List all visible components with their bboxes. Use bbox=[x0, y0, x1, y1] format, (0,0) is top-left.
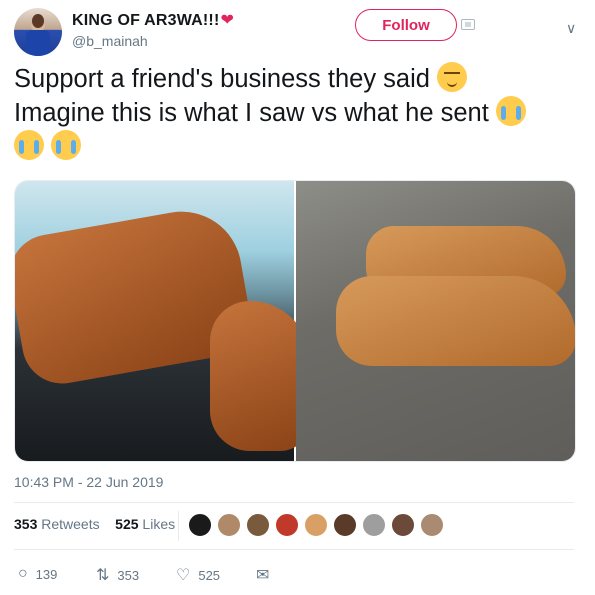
liker-avatars bbox=[188, 513, 449, 537]
media-image-expected-shoes[interactable] bbox=[15, 181, 310, 461]
liker-avatar[interactable] bbox=[246, 513, 270, 537]
heart-icon: ❤ bbox=[220, 12, 235, 29]
reply-count: 139 bbox=[35, 566, 58, 582]
follow-button[interactable]: Follow bbox=[355, 9, 457, 41]
liker-avatar[interactable] bbox=[333, 513, 357, 537]
retweet-icon: ⇅ bbox=[96, 567, 110, 584]
retweet-button[interactable]: ⇅ 353 bbox=[96, 565, 139, 585]
divider bbox=[14, 549, 574, 550]
liker-avatar[interactable] bbox=[217, 513, 241, 537]
relieved-face-icon bbox=[437, 62, 468, 92]
liker-avatar[interactable] bbox=[275, 513, 299, 537]
liker-avatar[interactable] bbox=[420, 513, 444, 537]
like-count: 525 bbox=[198, 567, 221, 583]
engagement-stats: 353 Retweets 525 Likes bbox=[14, 516, 175, 532]
loafer-shape bbox=[210, 301, 310, 451]
reply-icon: ○ bbox=[18, 565, 28, 582]
chevron-down-icon[interactable]: ∨ bbox=[566, 20, 576, 37]
camera-icon bbox=[461, 19, 475, 30]
tweet-line-1: Support a friend's business they said bbox=[14, 65, 430, 93]
avatar-head bbox=[32, 14, 44, 28]
divider bbox=[178, 511, 179, 541]
avatar-suit bbox=[26, 30, 50, 56]
display-name-text[interactable]: KING OF AR3WA!!! bbox=[72, 12, 219, 29]
liker-avatar[interactable] bbox=[391, 513, 415, 537]
reply-button[interactable]: ○ 139 bbox=[18, 565, 57, 583]
likes-count[interactable]: 525 bbox=[115, 516, 138, 532]
loudly-crying-face-icon bbox=[14, 130, 44, 160]
direct-message-button[interactable]: ✉ bbox=[256, 565, 277, 585]
tweet-media[interactable] bbox=[14, 180, 576, 462]
retweet-count: 353 bbox=[117, 567, 140, 583]
liker-avatar[interactable] bbox=[188, 513, 212, 537]
divider bbox=[14, 502, 574, 503]
media-image-received-shoes[interactable] bbox=[296, 181, 575, 461]
display-name[interactable]: KING OF AR3WA!!!❤ bbox=[72, 10, 234, 30]
liker-avatar[interactable] bbox=[362, 513, 386, 537]
likes-label[interactable]: Likes bbox=[142, 516, 175, 532]
heart-icon: ♡ bbox=[176, 567, 191, 584]
like-button[interactable]: ♡ 525 bbox=[176, 565, 220, 585]
avatar[interactable] bbox=[14, 8, 62, 56]
tweet-text: Support a friend's business they said Im… bbox=[14, 62, 584, 164]
liker-avatar[interactable] bbox=[304, 513, 328, 537]
tweet-timestamp[interactable]: 10:43 PM - 22 Jun 2019 bbox=[14, 474, 163, 490]
laced-shoe-shape bbox=[336, 276, 575, 366]
tweet-line-2: Imagine this is what I saw vs what he se… bbox=[14, 99, 489, 127]
retweets-count[interactable]: 353 bbox=[14, 516, 37, 532]
loudly-crying-face-icon bbox=[51, 130, 82, 160]
user-handle[interactable]: @b_mainah bbox=[72, 33, 148, 49]
retweets-label[interactable]: Retweets bbox=[41, 516, 99, 532]
loudly-crying-face-icon bbox=[495, 96, 526, 126]
envelope-icon: ✉ bbox=[256, 567, 270, 584]
tweet-header: KING OF AR3WA!!!❤ @b_mainah Follow ∨ bbox=[14, 6, 585, 56]
